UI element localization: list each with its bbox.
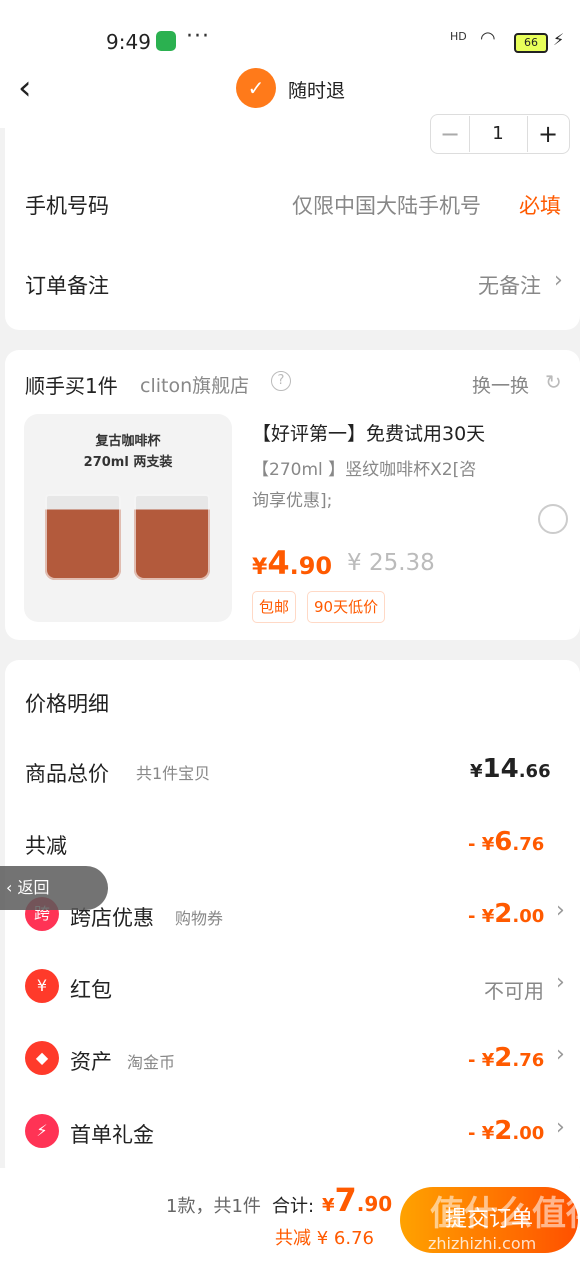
total-int: 14: [482, 754, 519, 784]
reduce-sign: - ¥: [468, 834, 495, 855]
lightning-icon: ⚡: [25, 1114, 59, 1148]
total-dec: .66: [518, 761, 551, 782]
battery-icon: 66: [514, 33, 548, 53]
price-detail-title: 价格明细: [25, 692, 109, 716]
item-count: 1款，共1件: [166, 1196, 261, 1217]
status-time: 9:49: [106, 30, 151, 54]
quantity-minus-button[interactable]: −: [431, 116, 470, 152]
price-dec: .90: [289, 552, 333, 580]
asset-sub: 淘金币: [127, 1053, 176, 1072]
chevron-right-icon[interactable]: ›: [554, 268, 563, 293]
grand-total-label: 合计:: [272, 1196, 315, 1217]
wechat-icon: [156, 31, 176, 51]
phone-input[interactable]: 仅限中国大陆手机号: [292, 190, 481, 220]
tag-free-shipping: 包邮: [252, 591, 297, 623]
charging-icon: ⚡: [553, 30, 565, 49]
addon-title: 顺手买1件: [25, 374, 118, 398]
required-tag: 必填: [519, 194, 561, 218]
grand-total-dec: .90: [356, 1192, 393, 1216]
network-label: HD: [450, 30, 467, 43]
floating-back-label: 返回: [17, 878, 50, 897]
product-desc-line2: 询享优惠];: [252, 491, 333, 511]
shield-check-icon: ✓: [236, 68, 276, 108]
reduce-value: - ¥6.76: [468, 827, 544, 857]
red-packet-label: 红包: [70, 978, 112, 1002]
back-arrow-icon[interactable]: ‹: [18, 70, 58, 110]
price-symbol: ¥: [252, 555, 268, 580]
product-price: ¥4.90: [252, 544, 332, 582]
price-int: 4: [267, 544, 290, 582]
asset-dec: .76: [512, 1050, 545, 1071]
watermark-url: zhizhizhi.com: [428, 1234, 537, 1253]
addon-select-radio[interactable]: [538, 504, 568, 534]
order-note-label: 订单备注: [25, 274, 109, 298]
chevron-right-icon[interactable]: ›: [556, 898, 565, 923]
more-notifications-icon: ···: [186, 24, 210, 49]
cross-store-int: 2: [494, 899, 513, 929]
asset-tag-icon: ◆: [25, 1041, 59, 1075]
chevron-right-icon[interactable]: ›: [556, 1042, 565, 1067]
cross-store-dec: .00: [512, 906, 545, 927]
chevron-right-icon[interactable]: ›: [556, 1115, 565, 1140]
grand-total-symbol: ¥: [322, 1195, 335, 1216]
red-packet-value[interactable]: 不可用: [484, 975, 544, 1004]
glass-cup-image: [134, 494, 210, 580]
first-order-int: 2: [494, 1116, 513, 1146]
total-price: ¥14.66: [470, 754, 551, 784]
image-caption-2: 270ml 两支装: [83, 455, 173, 470]
reduce-dec: .76: [512, 834, 545, 855]
quantity-value[interactable]: 1: [470, 116, 526, 152]
first-order-dec: .00: [512, 1123, 545, 1144]
first-order-sign: - ¥: [468, 1123, 495, 1144]
red-packet-icon: ¥: [25, 969, 59, 1003]
asset-label: 资产: [70, 1050, 112, 1074]
quantity-plus-button[interactable]: +: [527, 116, 568, 152]
asset-int: 2: [494, 1043, 513, 1073]
first-order-value[interactable]: - ¥2.00: [468, 1116, 544, 1146]
grand-total-int: 7: [334, 1181, 357, 1219]
chevron-left-icon: ‹: [6, 878, 18, 897]
phone-label: 手机号码: [25, 194, 109, 218]
total-symbol: ¥: [470, 761, 483, 782]
help-icon[interactable]: ?: [271, 371, 291, 391]
total-label: 商品总价: [25, 762, 109, 786]
asset-value[interactable]: - ¥2.76: [468, 1043, 544, 1073]
image-caption-1: 复古咖啡杯: [95, 434, 161, 449]
glass-cup-image: [45, 494, 121, 580]
floating-back-button[interactable]: ‹ 返回: [0, 866, 108, 910]
chevron-right-icon[interactable]: ›: [556, 970, 565, 995]
product-desc-line1: 【270ml 】竖纹咖啡杯X2[咨: [252, 460, 477, 480]
reduce-int: 6: [494, 827, 513, 857]
refresh-icon[interactable]: ↻: [545, 370, 562, 394]
wifi-icon: ◠: [480, 28, 496, 49]
first-order-label: 首单礼金: [70, 1123, 154, 1147]
store-name[interactable]: cliton旗舰店: [140, 371, 249, 398]
grand-total: ¥7.90: [322, 1181, 392, 1219]
reduce-label: 共减: [25, 834, 67, 858]
order-note-value[interactable]: 无备注: [478, 270, 541, 300]
tag-90day-low: 90天低价: [307, 591, 386, 623]
cross-store-sign: - ¥: [468, 906, 495, 927]
reduce-summary: 共减 ¥ 6.76: [275, 1228, 374, 1249]
page-title: 随时退: [288, 80, 346, 102]
cross-store-value[interactable]: - ¥2.00: [468, 899, 544, 929]
refresh-button[interactable]: 换一换: [472, 371, 529, 398]
original-price: ¥ 25.38: [347, 550, 435, 576]
total-sub: 共1件宝贝: [136, 764, 211, 783]
cross-store-sub: 购物券: [175, 909, 224, 928]
product-name[interactable]: 【好评第一】免费试用30天: [252, 419, 485, 446]
asset-sign: - ¥: [468, 1050, 495, 1071]
